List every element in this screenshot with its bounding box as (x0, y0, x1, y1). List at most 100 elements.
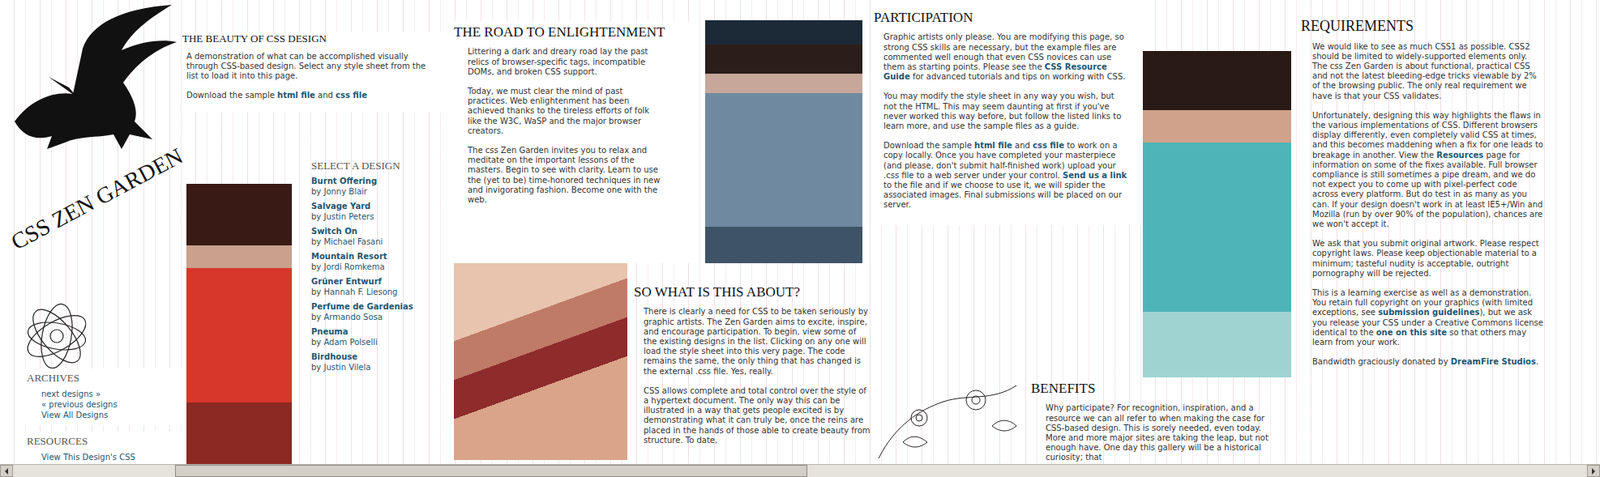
scroll-left-button[interactable] (0, 465, 13, 477)
text-link[interactable]: DreamFire Studios (1450, 357, 1536, 367)
arrow-left-icon (4, 468, 9, 475)
design-author: by Jordi Romkema (311, 262, 454, 274)
design-list: SELECT A DESIGN Burnt Offeringby Jonny Bl… (291, 149, 454, 465)
paragraph: The css Zen Garden invites you to relax … (467, 145, 664, 206)
design-list-title: SELECT A DESIGN (311, 159, 454, 173)
text-link[interactable]: html file (974, 141, 1013, 150)
text-link[interactable]: Resources (1436, 150, 1484, 160)
text-link[interactable]: CSS Resource Guide (883, 62, 1108, 82)
paragraph: Today, we must clear the mind of past pr… (467, 86, 664, 137)
site-logo[interactable]: CSS ZEN GARDEN (6, 150, 172, 256)
design-item[interactable]: Birdhouseby Justin Vilela (311, 352, 454, 373)
paragraph: CSS allows complete and total control ov… (643, 386, 871, 446)
design-author: by Hannah F. Liesong (311, 287, 454, 299)
left-column: THE BEAUTY OF CSS DESIGN A demonstration … (0, 0, 454, 465)
photo (453, 263, 628, 461)
benefits-row: BENEFITS Why participate? For recognition… (870, 377, 1292, 465)
design-name[interactable]: Switch On (311, 226, 454, 238)
photo (186, 183, 292, 465)
author-link[interactable]: Jordi Romkema (323, 262, 385, 272)
paragraph: Graphic artists only please. You are mod… (883, 32, 1130, 82)
intro: THE BEAUTY OF CSS DESIGN A demonstration … (182, 32, 445, 112)
author-link[interactable]: Justin Vilela (323, 363, 371, 373)
requirements-title: REQUIREMENTS (1300, 17, 1544, 36)
scroll-right-button[interactable] (1587, 465, 1600, 477)
design-item[interactable]: Switch Onby Michael Fasani (311, 226, 454, 248)
author-link[interactable]: Jonny Blair (323, 187, 368, 197)
resource-link[interactable]: View This Design's CSS (26, 452, 189, 463)
road-section: THE ROAD TO ENLIGHTENMENT Littering a dar… (453, 21, 694, 264)
paragraph: Littering a dark and dreary road lay the… (467, 47, 664, 78)
intro-row: THE BEAUTY OF CSS DESIGN A demonstration … (0, 0, 454, 150)
paragraph: You may modify the style sheet in any wa… (883, 91, 1130, 132)
design-name[interactable]: Birdhouse (311, 352, 454, 364)
paragraph: Bandwidth graciously donated by DreamFir… (1312, 357, 1544, 368)
scroll-thumb[interactable] (175, 465, 808, 477)
archive-link[interactable]: next designs » (26, 389, 189, 400)
paragraph: We would like to see as much CSS1 as pos… (1312, 42, 1544, 102)
left-stack: CSS ZEN GARDENARCHIVESnext designs »« pr… (0, 149, 187, 465)
design-name[interactable]: Perfume de Gardenias (311, 302, 454, 313)
paragraph: Download the sample html file and css fi… (186, 90, 438, 101)
road-title: THE ROAD TO ENLIGHTENMENT (453, 24, 664, 41)
text-link[interactable]: html file (277, 90, 316, 100)
author-link[interactable]: Justin Peters (323, 212, 374, 222)
design-name[interactable]: Pneuma (311, 327, 454, 338)
design-item[interactable]: Salvage Yardby Justin Peters (311, 201, 454, 223)
design-item[interactable]: Mountain Resortby Jordi Romkema (311, 252, 454, 273)
participation-body: Graphic artists only please. You are mod… (873, 32, 1130, 210)
middle-column: THE ROAD TO ENLIGHTENMENT Littering a dar… (453, 0, 871, 465)
paragraph: Why participate? For recognition, inspir… (1045, 403, 1275, 463)
canvas: THE BEAUTY OF CSS DESIGN A demonstration … (0, 0, 1600, 465)
author-link[interactable]: Michael Fasani (323, 237, 383, 247)
design-author: by Justin Vilela (311, 363, 454, 374)
archive-link[interactable]: « previous designs (26, 399, 189, 411)
design-name[interactable]: Mountain Resort (311, 252, 454, 263)
design-item[interactable]: Pneumaby Adam Polselli (311, 327, 454, 348)
text-link[interactable]: submission guidelines (1377, 308, 1480, 317)
benefits-body: Why participate? For recognition, inspir… (1031, 403, 1275, 463)
design-author: by Armando Sosa (311, 312, 454, 324)
design-name[interactable]: Burnt Offering (311, 176, 454, 188)
flower-icon (0, 279, 163, 377)
design-item[interactable]: Grüner Entwurfby Hannah F. Liesong (311, 277, 454, 298)
text-link[interactable]: one on this site (1376, 328, 1447, 338)
author-link[interactable]: Armando Sosa (323, 312, 382, 322)
design-author: by Jonny Blair (311, 187, 454, 198)
intro-title: THE BEAUTY OF CSS DESIGN (182, 32, 438, 46)
text-link[interactable]: Send us a link (1062, 171, 1127, 180)
horizontal-scrollbar[interactable] (0, 464, 1600, 477)
author-link[interactable]: Adam Polselli (323, 337, 377, 347)
benefits-section: BENEFITS Why participate? For recognition… (1031, 377, 1275, 465)
design-author: by Adam Polselli (311, 337, 454, 349)
resources: RESOURCESView This Design's CSS (20, 432, 197, 465)
about-title: SO WHAT IS THIS ABOUT? (633, 284, 871, 301)
benefits-title: BENEFITS (1031, 380, 1275, 398)
logo-area: CSS ZEN GARDEN (0, 149, 187, 369)
photo (1142, 51, 1292, 378)
design-author: by Michael Fasani (311, 237, 454, 249)
scroll-track[interactable] (12, 465, 1588, 477)
text-link[interactable]: css file (335, 90, 368, 100)
floral-icon (870, 377, 1032, 465)
requirements-section: REQUIREMENTS We would like to see as much… (1291, 0, 1600, 465)
participation-title: PARTICIPATION (873, 9, 1130, 26)
design-name[interactable]: Salvage Yard (311, 201, 454, 213)
photo (705, 20, 863, 264)
author-link[interactable]: Hannah F. Liesong (323, 287, 398, 297)
design-item[interactable]: Perfume de Gardeniasby Armando Sosa (311, 302, 454, 323)
archive-link[interactable]: View All Designs (26, 410, 189, 421)
requirements-body: We would like to see as much CSS1 as pos… (1300, 42, 1544, 368)
paragraph: A demonstration of what can be accomplis… (186, 51, 438, 82)
paragraph: We ask that you submit original artwork.… (1312, 239, 1544, 279)
about-section: SO WHAT IS THIS ABOUT? There is clearly a… (627, 263, 871, 465)
paragraph: Unfortunately, designing this way highli… (1312, 111, 1544, 230)
intro-body: A demonstration of what can be accomplis… (182, 51, 438, 102)
design-name[interactable]: Grüner Entwurf (311, 277, 454, 288)
about-body: There is clearly a need for CSS to be ta… (633, 307, 871, 446)
right-middle-column: PARTICIPATION Graphic artists only please… (870, 0, 1292, 465)
design-item[interactable]: Burnt Offeringby Jonny Blair (311, 176, 454, 197)
text-link[interactable]: css file (1032, 141, 1065, 150)
crow-icon (0, 0, 183, 150)
archives: ARCHIVESnext designs »« previous designs… (20, 368, 197, 426)
